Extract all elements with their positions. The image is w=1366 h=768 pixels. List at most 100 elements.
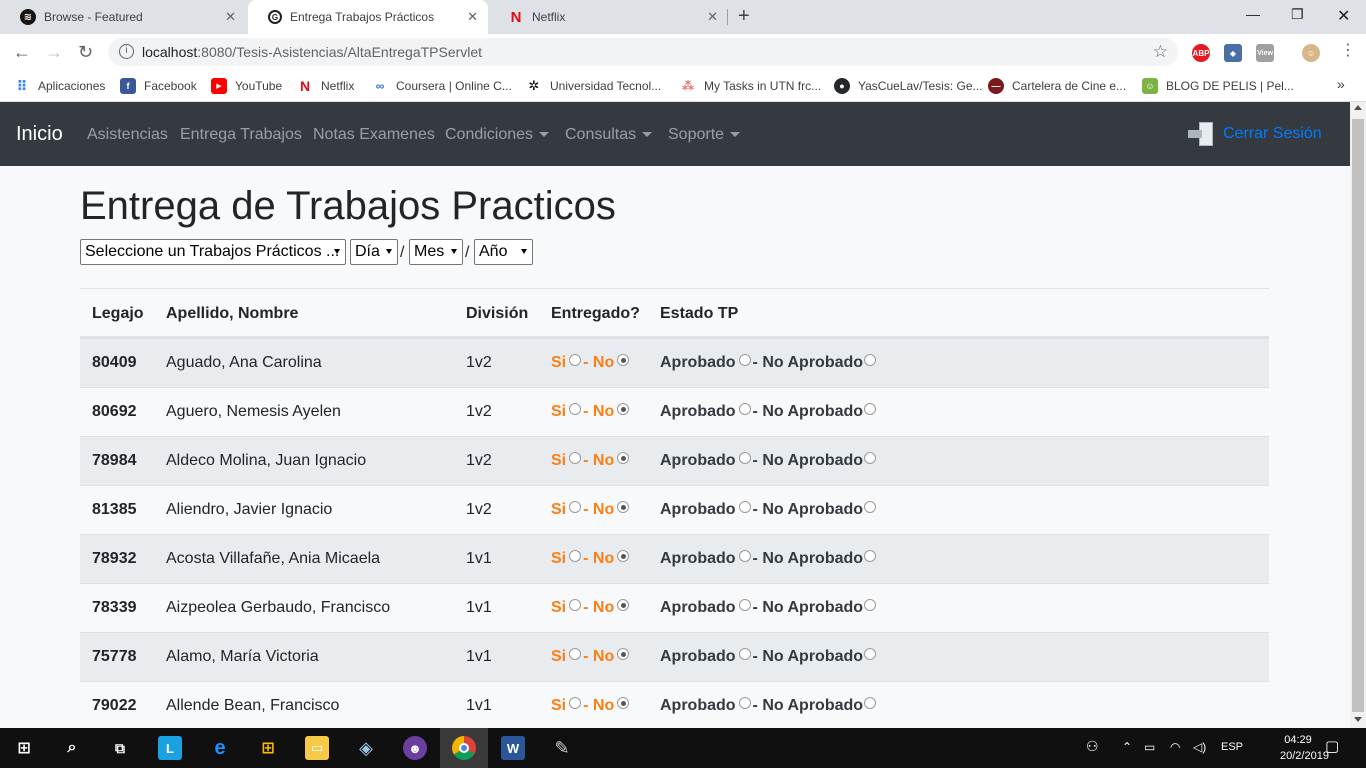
radio-entregado-no[interactable]: [617, 354, 630, 366]
scroll-up-icon[interactable]: [1354, 105, 1362, 110]
radio-aprobado[interactable]: [738, 403, 751, 415]
radio-no-aprobado[interactable]: [864, 550, 877, 562]
virtualbox-icon[interactable]: ◈: [354, 736, 378, 760]
radio-entregado-si[interactable]: [569, 501, 582, 513]
word-icon[interactable]: W: [501, 736, 525, 760]
more-bookmarks-button[interactable]: »: [1337, 76, 1345, 92]
radio-entregado-no[interactable]: [617, 501, 630, 513]
radio-entregado-si[interactable]: [569, 697, 582, 709]
windows-start-icon[interactable]: ⊞: [12, 736, 36, 760]
scroll-thumb[interactable]: [1352, 119, 1364, 712]
bookmark-star-icon[interactable]: ☆: [1153, 42, 1168, 62]
radio-aprobado[interactable]: [738, 697, 751, 709]
bookmark-aplicaciones[interactable]: ⠿ Aplicaciones: [14, 78, 106, 94]
radio-no-aprobado[interactable]: [864, 697, 877, 709]
paint-icon[interactable]: ✎: [550, 736, 574, 760]
adblock-icon[interactable]: ABP: [1192, 44, 1210, 62]
people-icon[interactable]: ⚇: [1086, 738, 1099, 755]
extension-view-icon[interactable]: View: [1256, 44, 1274, 62]
search-icon[interactable]: ⌕: [60, 736, 84, 760]
extension-cube-icon[interactable]: ◆: [1224, 44, 1242, 62]
radio-entregado-no[interactable]: [617, 648, 630, 660]
store-icon[interactable]: ⊞: [256, 736, 280, 760]
logout-link[interactable]: Cerrar Sesión: [1188, 120, 1322, 148]
file-explorer-icon[interactable]: ▭: [305, 736, 329, 760]
radio-aprobado[interactable]: [738, 599, 751, 611]
radio-entregado-no[interactable]: [617, 403, 630, 415]
radio-no-aprobado[interactable]: [864, 648, 877, 660]
nav-notas-examenes[interactable]: Notas Examenes: [313, 126, 435, 144]
navbar-brand[interactable]: Inicio: [16, 123, 63, 146]
notifications-icon[interactable]: ▢: [1325, 737, 1339, 755]
tp-select[interactable]: Seleccione un Trabajos Prácticos ...: [80, 239, 346, 265]
bookmark-cartelera[interactable]: — Cartelera de Cine e...: [988, 78, 1126, 94]
month-select[interactable]: Mes: [409, 239, 463, 265]
radio-entregado-no[interactable]: [617, 599, 630, 611]
minimize-button[interactable]: —: [1246, 6, 1260, 22]
close-window-button[interactable]: ✕: [1337, 6, 1350, 26]
nav-entrega-trabajos[interactable]: Entrega Trabajos: [180, 126, 302, 144]
address-bar[interactable]: i localhost:8080/Tesis-Asistencias/AltaE…: [108, 38, 1178, 66]
volume-icon[interactable]: ◁): [1193, 740, 1206, 754]
nav-asistencias[interactable]: Asistencias: [87, 126, 168, 144]
radio-entregado-si[interactable]: [569, 354, 582, 366]
avatar[interactable]: ☺: [1302, 44, 1320, 62]
radio-entregado-si[interactable]: [569, 599, 582, 611]
info-icon[interactable]: i: [119, 44, 134, 59]
radio-entregado-no[interactable]: [617, 697, 630, 709]
nav-soporte-dropdown[interactable]: Soporte: [668, 126, 741, 144]
battery-icon[interactable]: ▭: [1144, 740, 1155, 754]
bookmark-coursera[interactable]: ∞ Coursera | Online C...: [372, 78, 512, 94]
nav-condiciones-dropdown[interactable]: Condiciones: [445, 126, 550, 144]
page-scrollbar[interactable]: [1350, 102, 1366, 728]
radio-no-aprobado[interactable]: [864, 354, 877, 366]
radio-no-aprobado[interactable]: [864, 452, 877, 464]
app-cat-icon[interactable]: ☻: [403, 736, 427, 760]
radio-entregado-si[interactable]: [569, 403, 582, 415]
new-tab-button[interactable]: +: [738, 5, 750, 28]
bookmark-asana[interactable]: ⁂ My Tasks in UTN frc...: [680, 78, 821, 94]
forward-button[interactable]: →: [45, 42, 63, 63]
day-select[interactable]: Día: [350, 239, 398, 265]
radio-entregado-si[interactable]: [569, 452, 582, 464]
bookmark-github[interactable]: ● YasCueLav/Tesis: Ge...: [834, 78, 983, 94]
back-button[interactable]: ←: [13, 42, 31, 63]
lync-icon[interactable]: L: [158, 736, 182, 760]
radio-entregado-si[interactable]: [569, 550, 582, 562]
language-indicator[interactable]: ESP: [1221, 741, 1243, 753]
tab-netflix[interactable]: N Netflix ✕: [488, 0, 728, 34]
bookmark-facebook[interactable]: f Facebook: [120, 78, 197, 94]
menu-kebab-icon[interactable]: ⋮: [1340, 40, 1356, 60]
radio-aprobado[interactable]: [738, 501, 751, 513]
radio-no-aprobado[interactable]: [864, 599, 877, 611]
reload-button[interactable]: ↻: [78, 42, 93, 63]
bookmark-utn[interactable]: ✲ Universidad Tecnol...: [526, 78, 662, 94]
radio-aprobado[interactable]: [738, 648, 751, 660]
bookmark-blog[interactable]: ☺ BLOG DE PELIS | Pel...: [1142, 78, 1294, 94]
tab-entrega[interactable]: G Entrega Trabajos Prácticos ✕: [248, 0, 488, 34]
nav-consultas-dropdown[interactable]: Consultas: [565, 126, 653, 144]
radio-no-aprobado[interactable]: [864, 501, 877, 513]
close-icon[interactable]: ✕: [707, 9, 718, 25]
edge-icon[interactable]: e: [208, 736, 232, 760]
radio-entregado-no[interactable]: [617, 452, 630, 464]
radio-aprobado[interactable]: [738, 550, 751, 562]
bookmark-youtube[interactable]: ▶ YouTube: [211, 78, 282, 94]
tab-spotify[interactable]: ≋ Browse - Featured ✕: [0, 0, 246, 34]
radio-aprobado[interactable]: [738, 452, 751, 464]
radio-aprobado[interactable]: [738, 354, 751, 366]
task-view-icon[interactable]: ⧉: [108, 736, 132, 760]
scroll-down-icon[interactable]: [1354, 717, 1362, 722]
clock[interactable]: 04:29 20/2/2019: [1280, 732, 1329, 764]
radio-entregado-si[interactable]: [569, 648, 582, 660]
maximize-button[interactable]: ❐: [1291, 6, 1304, 23]
close-icon[interactable]: ✕: [467, 9, 478, 25]
close-icon[interactable]: ✕: [225, 9, 236, 25]
chevron-up-icon[interactable]: ⌃: [1122, 740, 1132, 754]
bookmark-netflix[interactable]: N Netflix: [297, 78, 354, 94]
chrome-icon[interactable]: [452, 736, 476, 760]
radio-entregado-no[interactable]: [617, 550, 630, 562]
radio-no-aprobado[interactable]: [864, 403, 877, 415]
year-select[interactable]: Año: [474, 239, 533, 265]
wifi-icon[interactable]: ◠: [1170, 740, 1180, 754]
